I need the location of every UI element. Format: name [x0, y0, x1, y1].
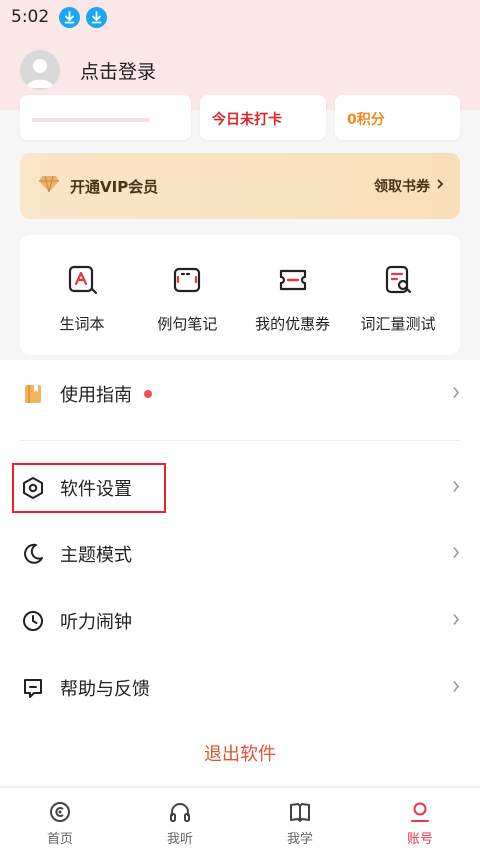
divider: [20, 440, 460, 441]
vip-label: 开通VIP会员: [70, 177, 159, 196]
diamond-icon: [38, 175, 60, 197]
nav-account[interactable]: 账号: [360, 788, 480, 853]
points-value: 0积分: [347, 112, 385, 128]
tool-label: 例句笔记: [157, 315, 218, 333]
nav-home[interactable]: 首页: [0, 788, 120, 853]
tool-coupons[interactable]: 我的优惠券: [241, 263, 345, 355]
status-bar: 5:02: [0, 0, 480, 34]
menu-label: 主题模式: [60, 545, 132, 566]
nav-listen[interactable]: 我听: [120, 788, 240, 853]
highlight-box: [12, 463, 166, 513]
download-icon: [59, 6, 81, 28]
checkin-status: 今日未打卡: [212, 112, 282, 128]
guide-book-icon: [20, 381, 46, 407]
account-icon: [411, 802, 429, 822]
chevron-right-icon: [436, 178, 444, 194]
menu-label: 帮助与反馈: [60, 679, 150, 700]
menu-label: 使用指南: [60, 385, 132, 406]
settings-menu: 使用指南 软件设置 主题模式 听力闹钟 帮助与反馈 退出软件: [0, 360, 480, 785]
nav-label: 我学: [286, 832, 313, 847]
user-header[interactable]: 点击登录: [0, 34, 480, 106]
claim-voucher-label: 领取书券: [374, 179, 430, 195]
home-icon: [50, 802, 70, 822]
menu-item-theme[interactable]: 主题模式: [0, 526, 480, 582]
progress-bar: [32, 118, 150, 122]
tool-label: 生词本: [59, 315, 105, 333]
notification-dot: [144, 390, 152, 398]
tool-sentence-notes[interactable]: 例句笔记: [135, 263, 239, 355]
vip-banner[interactable]: 开通VIP会员 领取书券: [20, 153, 460, 219]
nav-label: 账号: [406, 832, 433, 847]
tool-label: 词汇量测试: [360, 315, 436, 333]
tools-grid: 生词本 例句笔记 我的优惠券 词汇量测试: [20, 235, 460, 355]
sentence-notes-icon: [174, 267, 201, 293]
tool-vocabulary-book[interactable]: 生词本: [30, 263, 134, 355]
coupon-icon: [279, 269, 306, 291]
menu-item-guide[interactable]: 使用指南: [0, 366, 480, 422]
nav-label: 我听: [166, 832, 193, 847]
login-button[interactable]: 点击登录: [80, 57, 156, 84]
download-icon: [86, 6, 108, 28]
chevron-right-icon: [452, 479, 460, 498]
tool-vocabulary-test[interactable]: 词汇量测试: [346, 263, 450, 355]
claim-voucher-button[interactable]: 领取书券: [374, 176, 444, 196]
menu-item-alarm[interactable]: 听力闹钟: [0, 593, 480, 649]
moon-icon: [20, 541, 46, 567]
message-icon: [20, 675, 46, 701]
logout-button[interactable]: 退出软件: [0, 740, 480, 766]
menu-label: 听力闹钟: [60, 612, 132, 633]
clock-icon: [20, 608, 46, 634]
status-time: 5:02: [11, 7, 50, 27]
chevron-right-icon: [452, 679, 460, 698]
chevron-right-icon: [452, 612, 460, 631]
chevron-right-icon: [452, 545, 460, 564]
headphones-icon: [170, 803, 190, 822]
nav-label: 首页: [46, 832, 73, 847]
bottom-nav: 首页 我听 我学 账号: [0, 787, 480, 853]
open-book-icon: [290, 803, 310, 822]
avatar[interactable]: [20, 50, 60, 90]
vocabulary-test-icon: [385, 265, 412, 294]
tool-label: 我的优惠券: [255, 315, 331, 333]
nav-learn[interactable]: 我学: [240, 788, 360, 853]
vocabulary-book-icon: [68, 265, 98, 295]
menu-item-help[interactable]: 帮助与反馈: [0, 660, 480, 716]
chevron-right-icon: [452, 385, 460, 404]
